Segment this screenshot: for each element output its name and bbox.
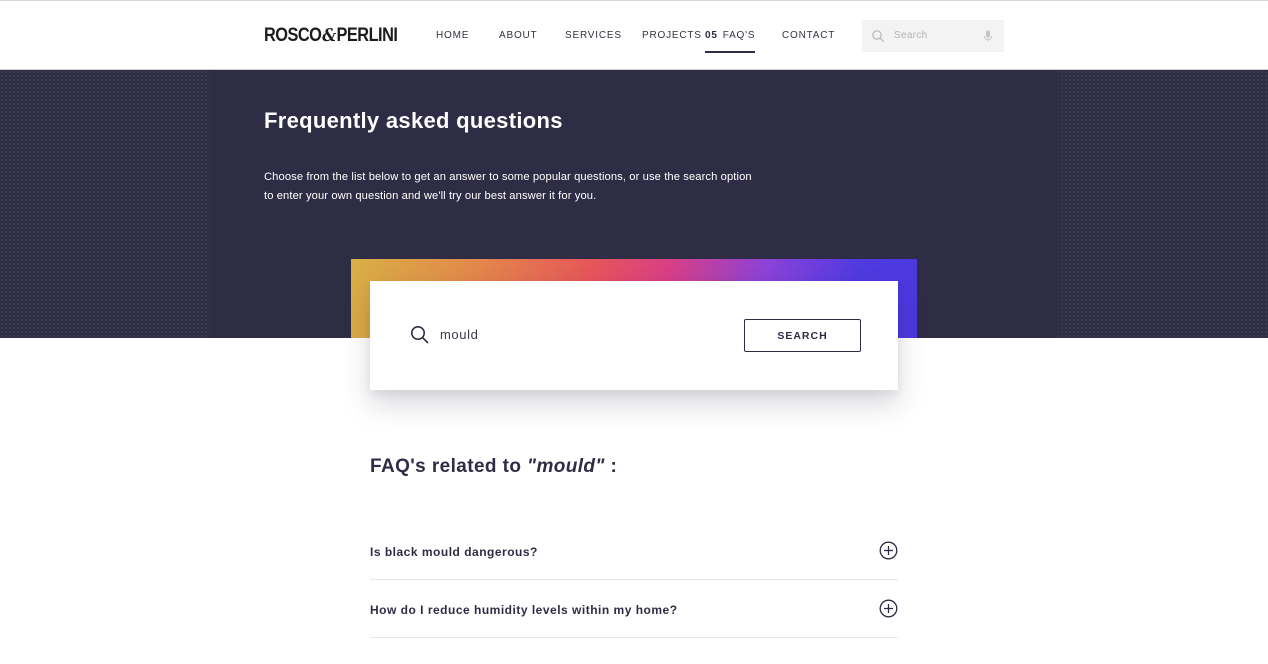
nav-item-services[interactable]: SERVICES <box>565 30 622 42</box>
faq-item[interactable]: Is black mould dangerous? <box>370 522 898 580</box>
results-heading-query: "mould" <box>527 456 605 477</box>
page: ROSCO&PERLINI HOME ABOUT SERVICES PROJEC… <box>0 0 1268 664</box>
nav-item-label: ABOUT <box>499 30 538 41</box>
nav-item-about[interactable]: ABOUT <box>499 30 537 42</box>
nav-item-label: FAQ'S <box>722 30 756 41</box>
search-icon <box>411 326 429 344</box>
plus-circle-icon[interactable] <box>879 541 898 560</box>
hero-description-line-1: Choose from the list below to get an ans… <box>264 171 752 183</box>
logo-text-right: PERLINI <box>336 25 398 46</box>
plus-circle-icon[interactable] <box>879 599 898 618</box>
logo-ampersand: & <box>322 25 336 46</box>
faq-question: Is black mould dangerous? <box>370 545 538 559</box>
search-button[interactable]: SEARCH <box>744 319 861 352</box>
site-header: ROSCO&PERLINI HOME ABOUT SERVICES PROJEC… <box>0 0 1268 70</box>
hero-description: Choose from the list below to get an ans… <box>264 168 824 206</box>
nav-item-label: CONTACT <box>782 30 836 41</box>
brand-logo[interactable]: ROSCO&PERLINI <box>264 25 398 47</box>
logo-text-left: ROSCO <box>264 25 322 46</box>
nav-item-label: HOME <box>436 30 470 41</box>
results-heading: FAQ's related to "mould" : <box>370 455 617 479</box>
faq-question: How do I reduce humidity levels within m… <box>370 603 678 617</box>
search-icon <box>872 30 885 43</box>
nav-item-label: PROJECTS <box>642 30 702 41</box>
header-search-placeholder: Search <box>894 30 928 41</box>
page-title: Frequently asked questions <box>264 108 563 133</box>
nav-item-contact[interactable]: CONTACT <box>782 30 835 42</box>
nav-item-home[interactable]: HOME <box>436 30 469 42</box>
faq-search-card: mould SEARCH <box>370 281 898 390</box>
microphone-icon[interactable] <box>982 29 994 43</box>
nav-item-label: SERVICES <box>565 30 622 41</box>
nav-item-faqs[interactable]: 05 FAQ'S <box>705 30 756 53</box>
faq-search-input[interactable]: mould <box>440 327 478 343</box>
nav-item-projects[interactable]: PROJECTS <box>642 30 702 42</box>
results-heading-prefix: FAQ's related to <box>370 456 528 477</box>
faq-item[interactable]: How do I reduce humidity levels within m… <box>370 580 898 638</box>
hero-description-line-2: to enter your own question and we'll try… <box>264 190 597 202</box>
header-search-input[interactable]: Search <box>862 20 1004 52</box>
results-heading-suffix: : <box>604 456 618 477</box>
nav-item-number: 05 <box>705 30 718 41</box>
